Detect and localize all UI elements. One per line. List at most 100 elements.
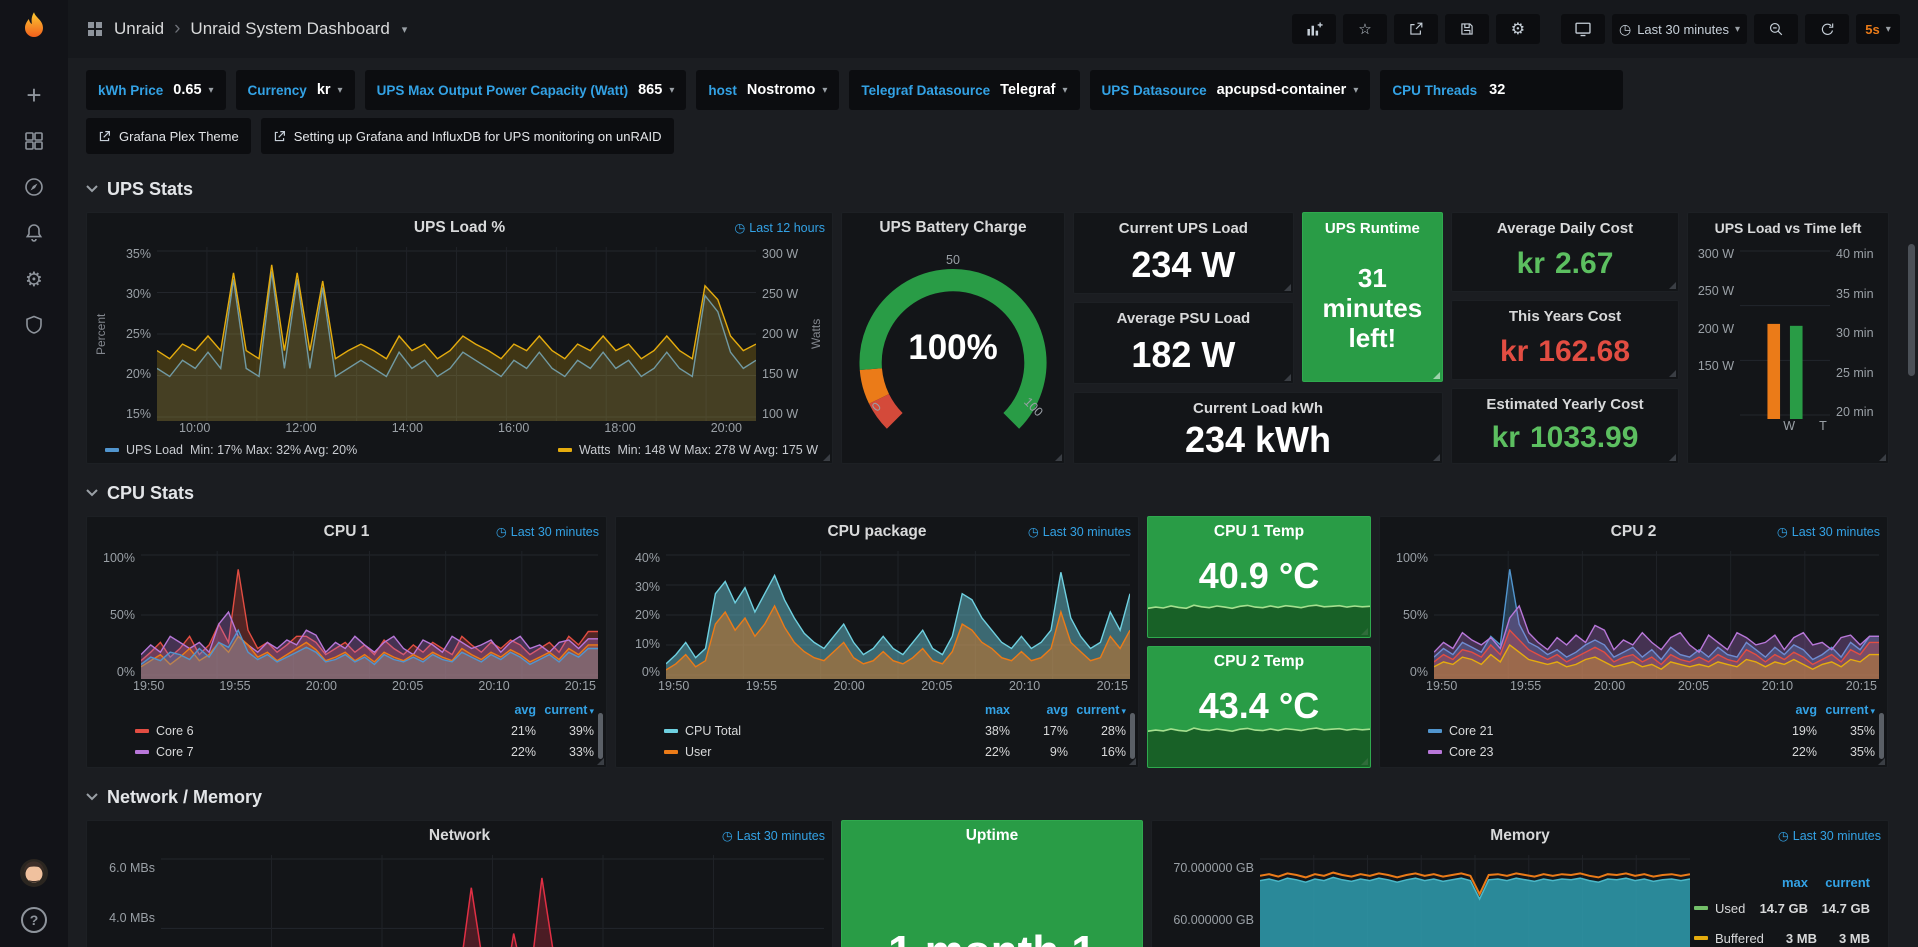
dashboard-grid-icon[interactable] (86, 20, 104, 38)
cpu2-chart[interactable] (1434, 551, 1879, 679)
clock-icon: ◷ (1619, 21, 1631, 38)
panel-time-range[interactable]: ◷Last 12 hours (734, 220, 825, 235)
panel-time-range[interactable]: ◷Last 30 minutes (722, 828, 825, 843)
panel-title[interactable]: CPU 1 Temp (1214, 523, 1304, 541)
zoom-out-button[interactable] (1754, 14, 1798, 44)
stat-title[interactable]: This Years Cost (1452, 308, 1678, 325)
star-button[interactable]: ☆ (1343, 14, 1387, 44)
breadcrumb-root[interactable]: Unraid (114, 19, 164, 39)
sidebar-item-create[interactable]: + (0, 72, 68, 118)
panel-time-range[interactable]: ◷Last 30 minutes (496, 524, 599, 539)
stat-value: 234 W (1074, 237, 1293, 293)
cpu1-chart[interactable] (141, 551, 598, 679)
add-panel-button[interactable] (1292, 14, 1336, 44)
clock-icon: ◷ (1778, 828, 1789, 843)
section-cpu-stats[interactable]: CPU Stats (86, 478, 1892, 508)
breadcrumb-separator: › (174, 18, 180, 40)
panel-cpu-1: CPU 1 ◷Last 30 minutes 100%50%0% 19:5019… (86, 516, 607, 768)
legend-swatch (1694, 906, 1708, 910)
legend-item-ups-load[interactable]: UPS Load Min: 17% Max: 32% Avg: 20% (105, 443, 357, 457)
legend-scrollbar[interactable] (598, 713, 603, 759)
save-button[interactable] (1445, 14, 1489, 44)
panel-time-range[interactable]: ◷Last 30 minutes (1778, 828, 1881, 843)
grafana-logo-icon[interactable] (16, 10, 52, 46)
legend-scrollbar[interactable] (1879, 713, 1884, 759)
panel-time-range[interactable]: ◷Last 30 minutes (1777, 524, 1880, 539)
link-ups-monitoring-guide[interactable]: Setting up Grafana and InfluxDB for UPS … (261, 118, 674, 154)
stat-title[interactable]: UPS Runtime (1303, 220, 1442, 237)
page-title[interactable]: Unraid System Dashboard (190, 19, 389, 39)
legend-item-core-6[interactable]: Core 6 21% 39% (135, 720, 594, 741)
panel-title[interactable]: Memory (1490, 827, 1549, 845)
chart-legend: UPS Load Min: 17% Max: 32% Avg: 20% Watt… (87, 441, 832, 463)
stat-title[interactable]: Average PSU Load (1074, 310, 1293, 327)
refresh-button[interactable] (1805, 14, 1849, 44)
panel-title[interactable]: CPU 2 (1611, 523, 1657, 541)
panel-time-range[interactable]: ◷Last 30 minutes (1028, 524, 1131, 539)
share-icon (1408, 21, 1424, 37)
window-scrollbar[interactable] (1908, 244, 1915, 376)
shield-icon (24, 315, 44, 335)
legend-item-core-21[interactable]: Core 21 19% 35% (1428, 720, 1875, 741)
y-axis-left: 35%30%25%20%15% (109, 247, 157, 421)
memory-chart[interactable] (1260, 855, 1690, 947)
stat-title[interactable]: Current UPS Load (1074, 220, 1293, 237)
cycle-view-button[interactable] (1561, 14, 1605, 44)
network-chart[interactable] (161, 855, 824, 947)
sidebar-item-dashboards[interactable] (0, 118, 68, 164)
legend-scrollbar[interactable] (1130, 713, 1135, 759)
panel-title[interactable]: CPU 2 Temp (1214, 653, 1304, 671)
legend-item-cpu-total[interactable]: CPU Total 38% 17% 28% (664, 720, 1126, 741)
legend-item-buffered[interactable]: Buffered 3 MB 3 MB (1694, 923, 1870, 947)
panel-title[interactable]: Uptime (966, 827, 1019, 845)
stat-title[interactable]: Average Daily Cost (1452, 220, 1678, 237)
legend-item-used[interactable]: Used 14.7 GB 14.7 GB (1694, 893, 1870, 923)
legend-item-core-7[interactable]: Core 7 22% 33% (135, 741, 594, 762)
cpu-package-chart[interactable] (666, 551, 1130, 679)
section-network-memory[interactable]: Network / Memory (86, 782, 1892, 812)
variable-currency[interactable]: Currency kr▾ (236, 70, 355, 110)
user-avatar[interactable] (19, 858, 49, 893)
variable-cpu-threads: CPU Threads (1380, 70, 1623, 110)
stat-title[interactable]: Current Load kWh (1074, 400, 1442, 417)
help-icon[interactable]: ? (21, 907, 47, 933)
ups-load-chart[interactable] (157, 247, 756, 421)
gear-icon: ⚙ (1511, 19, 1525, 39)
external-link-icon (273, 130, 286, 143)
sidebar-item-configuration[interactable]: ⚙ (0, 256, 68, 302)
panel-average-daily-cost: Average Daily Cost kr2.67 (1451, 212, 1679, 292)
row-ups: UPS Load % ◷Last 12 hours Percent 35%30%… (86, 212, 1892, 464)
panel-title[interactable]: UPS Load vs Time left (1715, 220, 1862, 236)
ups-bar-chart[interactable] (1740, 247, 1830, 419)
stat-value: kr162.68 (1452, 325, 1678, 379)
sidebar-item-explore[interactable] (0, 164, 68, 210)
cpu-threads-input[interactable] (1487, 81, 1611, 99)
legend-item-core-23[interactable]: Core 23 22% 35% (1428, 741, 1875, 762)
time-range-picker[interactable]: ◷ Last 30 minutes ▾ (1612, 14, 1747, 44)
panel-title[interactable]: UPS Battery Charge (879, 219, 1026, 237)
dashboard-picker-caret-icon[interactable]: ▾ (402, 23, 408, 36)
variable-ups-max-output[interactable]: UPS Max Output Power Capacity (Watt) 865… (365, 70, 687, 110)
share-button[interactable] (1394, 14, 1438, 44)
section-ups-stats[interactable]: UPS Stats (86, 174, 1892, 204)
panel-title[interactable]: CPU package (827, 523, 926, 541)
dashboard-settings-button[interactable]: ⚙ (1496, 14, 1540, 44)
refresh-interval-picker[interactable]: 5s ▾ (1856, 14, 1900, 44)
legend-swatch (1428, 750, 1442, 754)
panel-title[interactable]: CPU 1 (324, 523, 370, 541)
battery-gauge: 0 50 100 100% (850, 245, 1056, 455)
toolbar: ☆ ⚙ ◷ (1292, 14, 1900, 44)
variable-host[interactable]: host Nostromo▾ (696, 70, 839, 110)
panel-title[interactable]: UPS Load % (414, 219, 505, 237)
variable-ups-datasource[interactable]: UPS Datasource apcupsd-container▾ (1090, 70, 1371, 110)
legend-item-user[interactable]: User 22% 9% 16% (664, 741, 1126, 762)
legend-item-watts[interactable]: Watts Min: 148 W Max: 278 W Avg: 175 W (558, 443, 818, 457)
link-grafana-plex-theme[interactable]: Grafana Plex Theme (86, 118, 251, 154)
variable-kwh-price[interactable]: kWh Price 0.65▾ (86, 70, 226, 110)
sidebar-item-server-admin[interactable] (0, 302, 68, 348)
panel-title[interactable]: Network (429, 827, 490, 845)
variable-telegraf-datasource[interactable]: Telegraf Datasource Telegraf▾ (849, 70, 1079, 110)
clock-icon: ◷ (1028, 524, 1039, 539)
sidebar-item-alerting[interactable] (0, 210, 68, 256)
stat-title[interactable]: Estimated Yearly Cost (1452, 396, 1678, 413)
